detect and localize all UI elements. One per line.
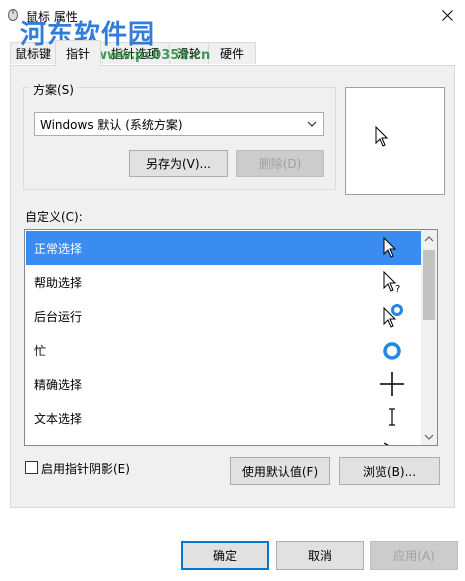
save-as-button[interactable]: 另存为(V)... (129, 150, 228, 177)
use-default-button[interactable]: 使用默认值(F) (230, 457, 330, 485)
pointer-shadow-label: 启用指针阴影(E) (41, 462, 130, 476)
handwriting-cursor-icon (383, 442, 390, 445)
customize-label: 自定义(C): (25, 210, 83, 224)
busy-cursor-icon (383, 342, 401, 360)
arrow-cursor-icon (375, 126, 389, 147)
list-item-label: 忙 (34, 343, 47, 358)
cancel-label: 取消 (307, 549, 332, 563)
list-item[interactable]: 忙 (26, 333, 421, 367)
cursor-preview (345, 87, 445, 195)
ok-button[interactable]: 确定 (181, 541, 269, 570)
save-as-label: 另存为(V)... (145, 157, 212, 171)
list-item[interactable]: 精确选择 (26, 367, 421, 401)
tab-hardware[interactable]: 硬件 (208, 42, 256, 64)
crosshair-cursor-icon (380, 372, 404, 396)
mouse-icon (8, 9, 18, 21)
pointer-shadow-checkbox[interactable] (25, 461, 38, 474)
list-item-label: 后台运行 (34, 309, 83, 324)
apply-label: 应用(A) (393, 549, 435, 563)
ok-label: 确定 (212, 549, 237, 563)
list-item-label: 正常选择 (34, 241, 83, 256)
scheme-dropdown[interactable]: Windows 默认 (系统方案) (34, 112, 324, 136)
list-item[interactable] (26, 435, 421, 445)
arrow-cursor-icon (383, 236, 397, 258)
list-scrollbar[interactable] (421, 230, 437, 445)
delete-button[interactable]: 删除(D) (236, 150, 324, 177)
text-cursor-icon (389, 408, 395, 426)
scrollbar-thumb[interactable] (423, 250, 435, 320)
list-item[interactable]: 后台运行 (26, 299, 421, 333)
list-item-label: 帮助选择 (34, 275, 83, 290)
cancel-button[interactable]: 取消 (276, 541, 364, 570)
scheme-group-label: 方案(S) (30, 81, 77, 98)
scroll-up-icon[interactable] (424, 235, 434, 243)
apply-button[interactable]: 应用(A) (370, 541, 458, 570)
delete-label: 删除(D) (258, 157, 302, 171)
close-button[interactable] (430, 0, 465, 30)
list-item-label: 文本选择 (34, 411, 83, 426)
browse-label: 浏览(B)... (362, 464, 417, 479)
tab-pointers[interactable]: 指针 (55, 40, 101, 66)
watermark-url: www.pc0359.cn (95, 48, 211, 63)
scheme-selected-value: Windows 默认 (系统方案) (40, 117, 183, 132)
browse-button[interactable]: 浏览(B)... (339, 457, 440, 485)
help-cursor-icon: ? (383, 270, 400, 295)
list-item-label: 精确选择 (34, 377, 83, 392)
list-item[interactable]: 帮助选择 ? (26, 265, 421, 299)
working-in-background-cursor-icon (383, 304, 403, 328)
list-item[interactable]: 正常选择 (26, 231, 421, 265)
use-default-label: 使用默认值(F) (241, 464, 319, 479)
chevron-down-icon (307, 121, 317, 127)
close-icon (442, 9, 453, 21)
scroll-down-icon[interactable] (424, 433, 434, 441)
svg-text:?: ? (395, 284, 400, 295)
list-item[interactable]: 文本选择 (26, 401, 421, 435)
cursor-list[interactable]: 正常选择 帮助选择 ? 后台运行 忙 精确选择 文本选择 (24, 229, 438, 446)
tab-label: 硬件 (219, 47, 244, 61)
tab-label: 指针 (65, 47, 90, 61)
